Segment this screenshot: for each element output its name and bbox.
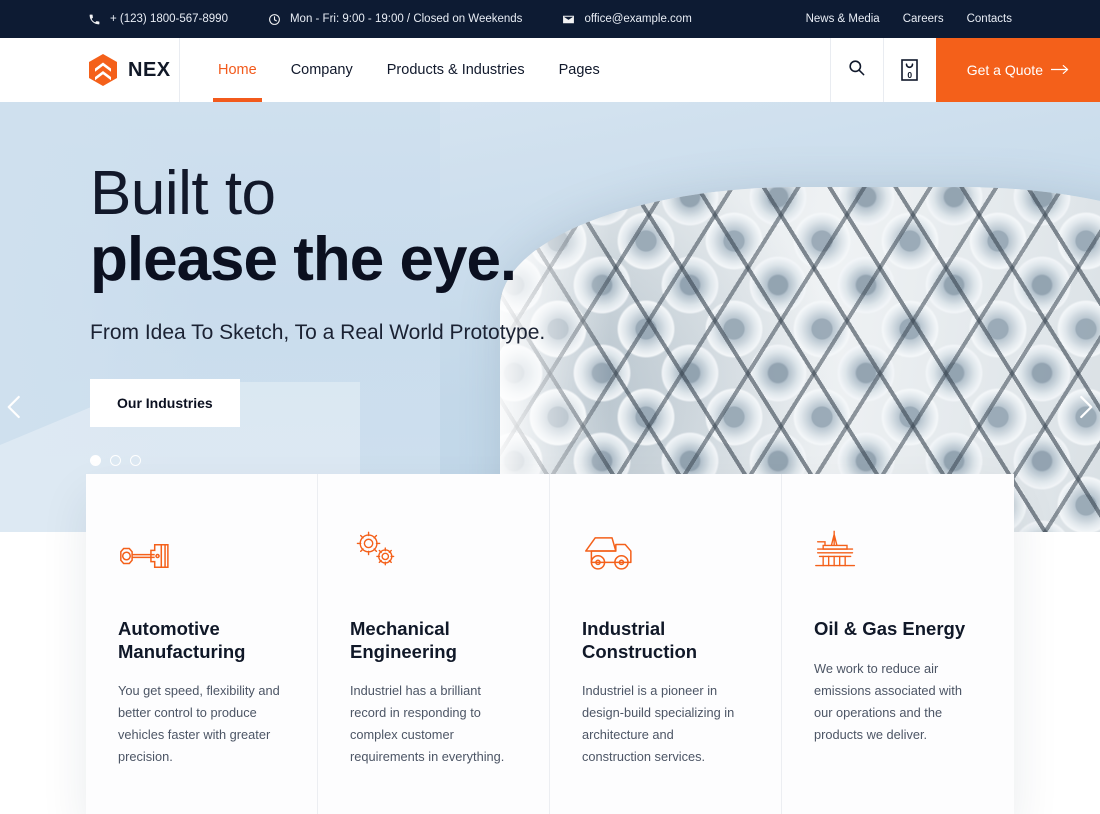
industry-card-text: Industriel is a pioneer in design-build … (582, 683, 735, 765)
hero-content: Built to please the eye. From Idea To Sk… (0, 102, 1100, 532)
industry-card-title: Industrial Construction (582, 618, 698, 662)
dump-truck-icon (582, 526, 749, 572)
shopping-bag-icon: 0 (901, 59, 919, 81)
clock-icon (268, 13, 281, 26)
mail-icon (562, 13, 575, 26)
industry-card-title: Oil & Gas Energy (814, 618, 966, 639)
hero-subtitle: From Idea To Sketch, To a Real World Pro… (90, 321, 546, 345)
oil-rig-icon (814, 526, 982, 572)
industry-cards: Automotive Manufacturing You get speed, … (86, 474, 1014, 814)
topbar-links: News & Media Careers Contacts (806, 13, 1012, 25)
industry-card-mechanical[interactable]: Mechanical Engineering Industriel has a … (318, 474, 550, 814)
piston-icon (118, 526, 285, 572)
hero-slider-dots (90, 455, 1100, 467)
topbar-phone[interactable]: + (123) 1800-567-8990 (88, 13, 228, 26)
hero-dot-2[interactable] (110, 455, 121, 467)
nav-item-products-industries[interactable]: Products & Industries (370, 38, 542, 102)
hero-slider: Built to please the eye. From Idea To Sk… (0, 102, 1100, 532)
search-button[interactable] (829, 38, 883, 102)
nav-item-company[interactable]: Company (274, 38, 370, 102)
chevron-right-icon (1070, 392, 1100, 427)
topbar-hours: Mon - Fri: 9:00 - 19:00 / Closed on Week… (268, 13, 522, 26)
hero-title-line-2: please the eye. (90, 225, 517, 295)
get-a-quote-label: Get a Quote (966, 62, 1043, 78)
nav-actions: 0 Get a Quote (829, 38, 1100, 102)
topbar-link-news-media[interactable]: News & Media (806, 13, 880, 25)
industry-card-text: Industriel has a brilliant record in res… (350, 683, 505, 765)
hero-dot-3[interactable] (130, 455, 141, 467)
industry-card-oil-gas[interactable]: Oil & Gas Energy We work to reduce air e… (782, 474, 1014, 814)
cart-count-badge: 0 (907, 69, 913, 80)
hero-dot-1[interactable] (90, 455, 101, 467)
our-industries-button[interactable]: Our Industries (90, 379, 240, 428)
nav-links: Home Company Products & Industries Pages (180, 38, 617, 102)
cart-button[interactable]: 0 (882, 38, 936, 102)
chevron-left-icon (0, 392, 30, 427)
top-info-bar: + (123) 1800-567-8990 Mon - Fri: 9:00 - … (0, 0, 1100, 38)
topbar-email-text: office@example.com (584, 13, 692, 25)
arrow-right-icon (1050, 62, 1069, 78)
industry-card-automotive[interactable]: Automotive Manufacturing You get speed, … (86, 474, 318, 814)
industry-card-text: We work to reduce air emissions associat… (814, 660, 962, 742)
hero-prev-button[interactable] (0, 392, 32, 426)
topbar-email[interactable]: office@example.com (562, 13, 692, 26)
main-navigation-bar: NEX Home Company Products & Industries P… (0, 38, 1100, 102)
search-icon (847, 58, 866, 82)
topbar-link-contacts[interactable]: Contacts (967, 13, 1012, 25)
topbar-link-careers[interactable]: Careers (903, 13, 944, 25)
nav-item-pages[interactable]: Pages (542, 38, 617, 102)
nav-item-home[interactable]: Home (201, 38, 274, 102)
brand-name: NEX (128, 58, 171, 81)
get-a-quote-button[interactable]: Get a Quote (935, 38, 1100, 102)
gears-icon (350, 526, 517, 572)
industry-card-title: Automotive Manufacturing (118, 618, 246, 662)
phone-icon (88, 13, 101, 26)
topbar-phone-text: + (123) 1800-567-8990 (110, 13, 228, 25)
hero-title-line-1: Built to (90, 159, 276, 228)
industry-card-title: Mechanical Engineering (350, 618, 457, 662)
topbar-hours-text: Mon - Fri: 9:00 - 19:00 / Closed on Week… (289, 13, 523, 25)
hexagon-chevron-logo-icon (88, 54, 118, 86)
industry-card-text: You get speed, flexibility and better co… (118, 683, 280, 765)
hero-next-button[interactable] (1068, 392, 1100, 426)
industry-card-construction[interactable]: Industrial Construction Industriel is a … (550, 474, 782, 814)
brand-logo[interactable]: NEX (0, 38, 180, 102)
